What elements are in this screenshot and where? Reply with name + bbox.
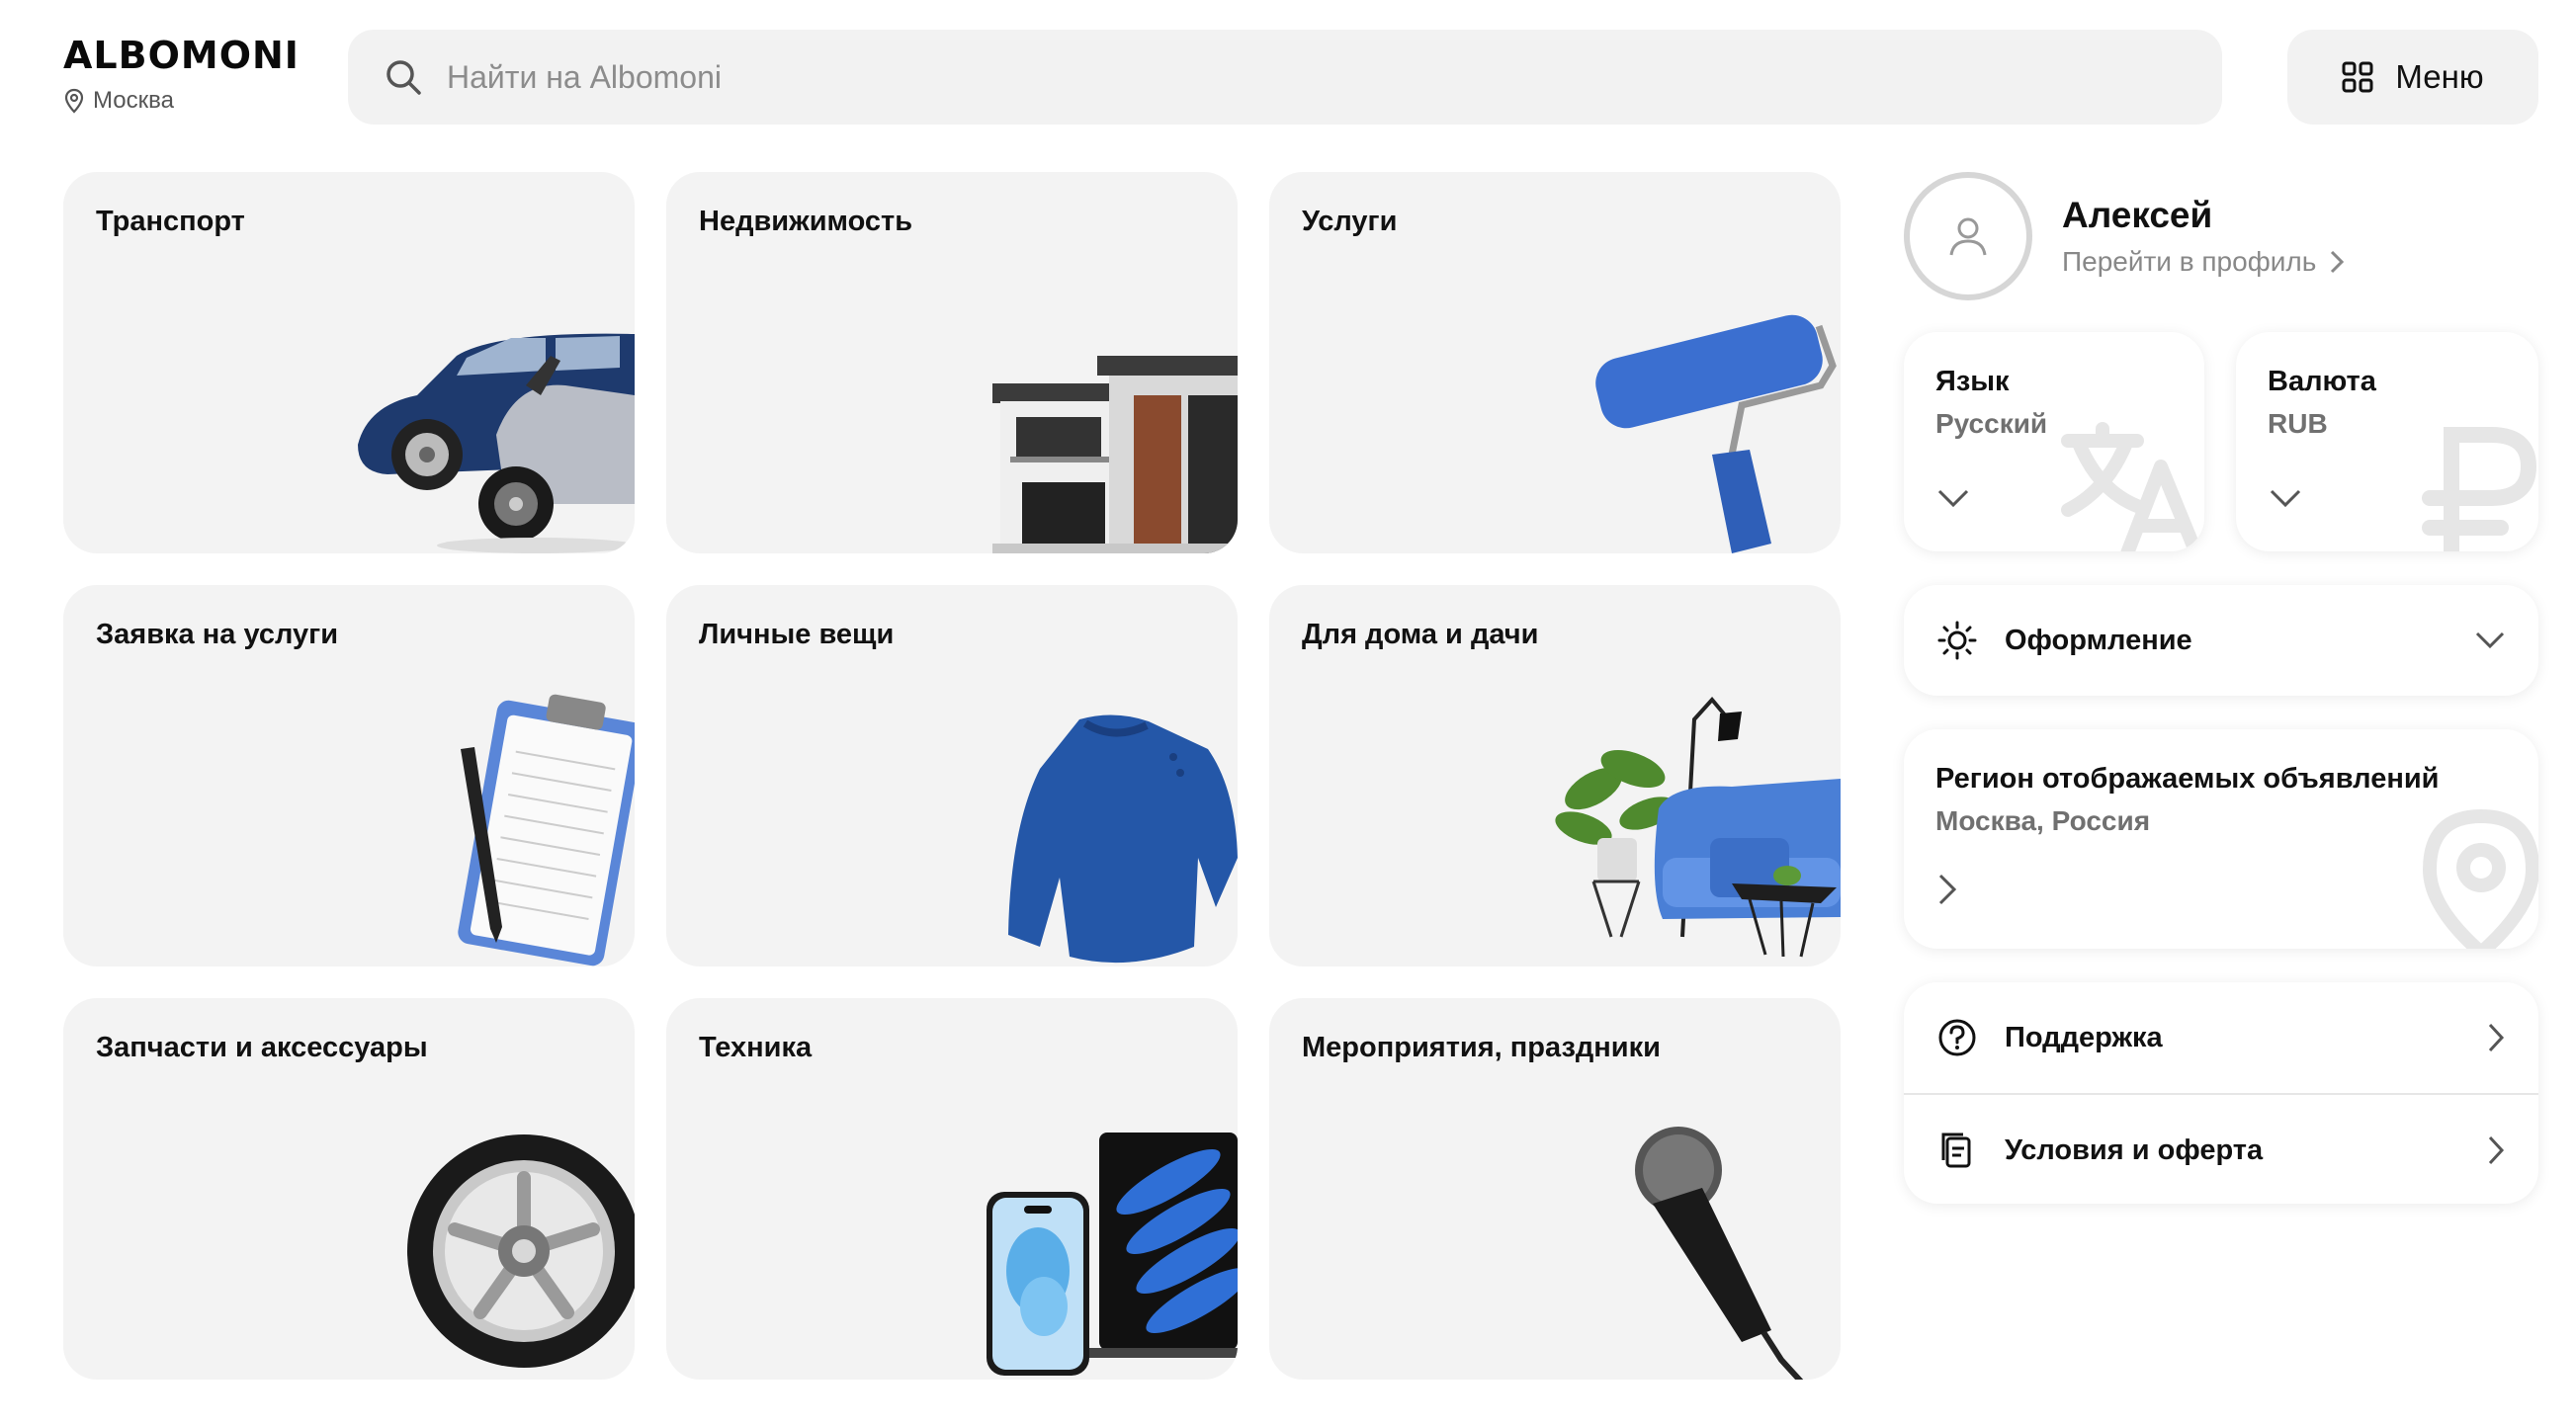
currency-selector[interactable]: Валюта RUB	[2236, 332, 2538, 551]
currency-label: Валюта	[2268, 366, 2376, 397]
category-card-service-request[interactable]: Заявка на услуги	[63, 585, 635, 966]
category-grid: Транспорт Недвижимость Услуги Заявка на …	[63, 172, 1841, 1380]
phone-laptop-icon	[987, 1133, 1238, 1376]
category-card-home-garden[interactable]: Для дома и дачи	[1269, 585, 1841, 966]
clipboard-pen-icon	[458, 694, 635, 966]
profile-link[interactable]: Перейти в профиль	[2062, 246, 2345, 278]
category-card-real-estate[interactable]: Недвижимость	[666, 172, 1238, 553]
support-label: Поддержка	[2005, 1021, 2163, 1053]
sweater-icon	[1008, 714, 1238, 964]
chevron-right-icon	[2488, 1135, 2505, 1165]
logo-block: ALBOMONI Москва	[63, 34, 300, 115]
chevron-down-icon	[1937, 489, 1969, 508]
profile-link-label: Перейти в профиль	[2062, 246, 2317, 277]
car-motorcycle-icon	[358, 333, 635, 553]
avatar[interactable]	[1904, 172, 2032, 300]
category-card-services[interactable]: Услуги	[1269, 172, 1841, 553]
map-pin-icon	[2422, 808, 2538, 949]
category-title: Заявка на услуги	[96, 619, 339, 650]
category-card-events[interactable]: Мероприятия, праздники	[1269, 998, 1841, 1380]
grid-icon	[2342, 61, 2373, 93]
terms-label: Условия и оферта	[2005, 1133, 2264, 1166]
category-card-personal-items[interactable]: Личные вещи	[666, 585, 1238, 966]
category-title: Транспорт	[96, 206, 245, 237]
region-selector[interactable]: Регион отображаемых объявлений Москва, Р…	[1904, 729, 2538, 949]
help-links: Поддержка Условия и оферта	[1904, 982, 2538, 1204]
language-selector[interactable]: Язык Русский	[1904, 332, 2204, 551]
document-icon	[1941, 1133, 1971, 1168]
category-card-parts[interactable]: Запчасти и аксессуары	[63, 998, 635, 1380]
category-title: Недвижимость	[699, 206, 913, 237]
translate-icon	[2061, 422, 2203, 551]
menu-button[interactable]: Меню	[2287, 30, 2538, 125]
microphone-icon	[1635, 1127, 1804, 1380]
search-icon	[386, 60, 421, 95]
theme-selector[interactable]: Оформление	[1904, 585, 2538, 696]
search-input[interactable]	[447, 58, 2127, 96]
house-icon	[992, 356, 1238, 553]
category-title: Для дома и дачи	[1302, 619, 1539, 650]
category-title: Услуги	[1302, 206, 1398, 237]
terms-link[interactable]: Условия и оферта	[1904, 1095, 2538, 1204]
category-card-electronics[interactable]: Техника	[666, 998, 1238, 1380]
location-pin-icon	[64, 88, 84, 114]
wheel-icon	[407, 1134, 635, 1368]
profile-header[interactable]: Алексей Перейти в профиль	[1904, 172, 2345, 300]
category-title: Техника	[699, 1032, 813, 1063]
city-label: Москва	[93, 87, 174, 114]
city-selector[interactable]: Москва	[63, 87, 300, 115]
language-label: Язык	[1935, 366, 2010, 397]
search-bar[interactable]	[348, 30, 2222, 125]
category-title: Мероприятия, праздники	[1302, 1032, 1661, 1063]
chevron-down-icon	[2270, 489, 2301, 508]
chevron-right-icon	[2488, 1023, 2505, 1052]
chevron-down-icon	[2475, 631, 2505, 649]
paint-roller-icon	[1595, 314, 1837, 553]
chevron-right-icon	[1938, 874, 1957, 905]
menu-label: Меню	[2395, 58, 2484, 95]
ruble-icon	[2422, 427, 2537, 551]
category-title: Личные вещи	[699, 619, 895, 650]
theme-label: Оформление	[2005, 624, 2192, 656]
category-card-transport[interactable]: Транспорт	[63, 172, 635, 553]
category-title: Запчасти и аксессуары	[96, 1032, 428, 1063]
sun-icon	[1937, 621, 1977, 660]
support-link[interactable]: Поддержка	[1904, 982, 2538, 1093]
sofa-plant-icon	[1555, 696, 1841, 958]
region-label: Регион отображаемых объявлений	[1935, 763, 2440, 795]
question-icon	[1938, 1019, 1976, 1056]
logo[interactable]: ALBOMONI	[63, 34, 300, 77]
profile-name: Алексей	[2062, 195, 2213, 235]
user-icon	[1949, 217, 1987, 256]
chevron-right-icon	[2331, 250, 2345, 274]
